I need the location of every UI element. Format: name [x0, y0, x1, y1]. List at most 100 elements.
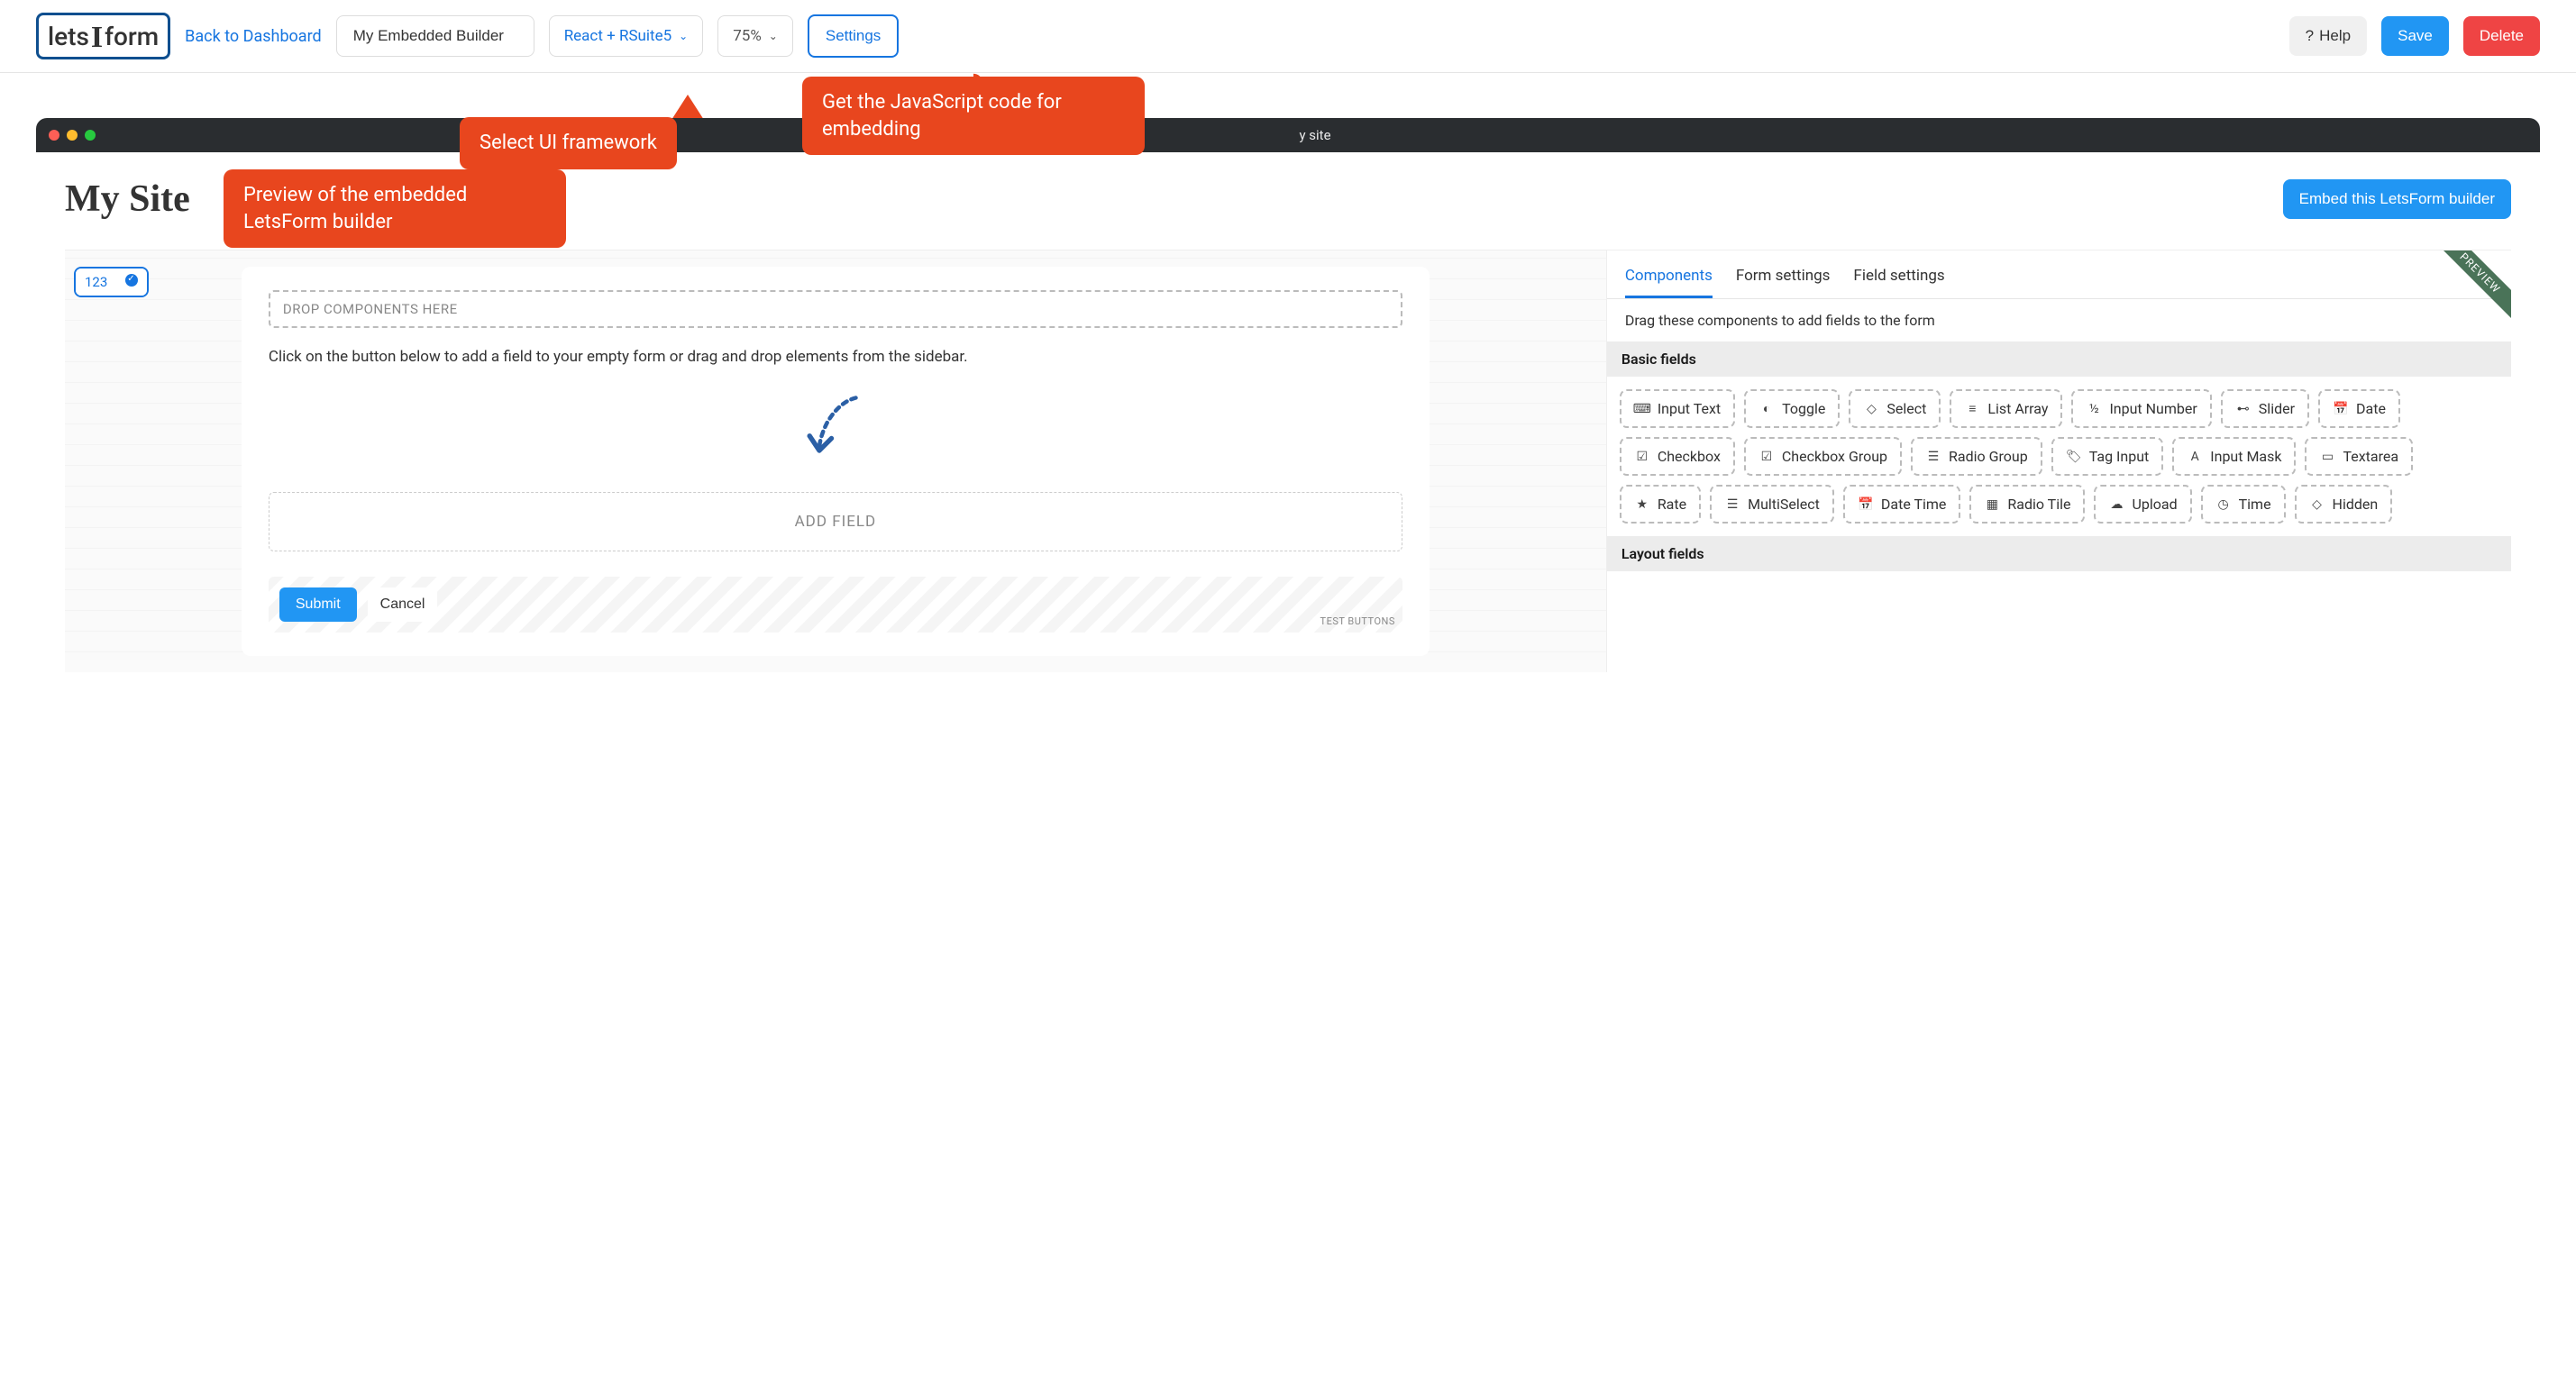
field-chip-label: Tag Input: [2089, 448, 2150, 465]
framework-select[interactable]: React + RSuite5 ⌄: [549, 15, 704, 57]
form-canvas: DROP COMPONENTS HERE Click on the button…: [242, 267, 1430, 656]
canvas-hint: Click on the button below to add a field…: [269, 346, 1402, 369]
field-chip-input-number[interactable]: ½Input Number: [2071, 389, 2211, 428]
field-chip-radio-group[interactable]: ☰ Radio Group: [1911, 437, 2042, 476]
textarea-icon: ▭: [2319, 449, 2335, 465]
section-layout-fields: Layout fields: [1607, 536, 2511, 571]
radio-group-icon: ☰: [1925, 449, 1941, 465]
sidebar-tabs: Components Form settings Field settings: [1607, 250, 2511, 299]
list-array-icon: ≡: [1964, 401, 1980, 417]
field-chip-input-text[interactable]: ⌨Input Text: [1620, 389, 1735, 428]
canvas-tab-check[interactable]: [116, 269, 147, 296]
radio-tile-icon: ▦: [1984, 496, 2000, 513]
time-icon: ◷: [2215, 496, 2232, 513]
check-icon: [125, 274, 138, 287]
field-chip-label: MultiSelect: [1748, 496, 1820, 513]
field-chip-label: Input Number: [2109, 400, 2197, 417]
top-bar: letsIform Back to Dashboard React + RSui…: [0, 0, 2576, 73]
field-chip-label: Checkbox Group: [1782, 448, 1887, 465]
field-chip-radio-tile[interactable]: ▦ Radio Tile: [1969, 485, 2085, 524]
help-label: Help: [2319, 27, 2351, 45]
hidden-icon: ◇: [2309, 496, 2325, 513]
field-chip-checkbox[interactable]: ☑ Checkbox: [1620, 437, 1735, 476]
logo: letsIform: [36, 13, 170, 59]
form-name-input[interactable]: [336, 15, 534, 57]
back-to-dashboard-link[interactable]: Back to Dashboard: [185, 27, 322, 46]
field-chip-label: Upload: [2132, 496, 2177, 513]
delete-button[interactable]: Delete: [2463, 16, 2540, 56]
dropzone[interactable]: DROP COMPONENTS HERE: [269, 290, 1402, 328]
tab-form-settings[interactable]: Form settings: [1736, 267, 1831, 298]
rate-icon: ★: [1634, 496, 1650, 513]
canvas-area: 123 DROP COMPONENTS HERE Click on the bu…: [65, 250, 1606, 672]
field-chip-input-mask[interactable]: A Input Mask: [2172, 437, 2296, 476]
field-chip-label: Toggle: [1782, 400, 1825, 417]
field-chip-rate[interactable]: ★ Rate: [1620, 485, 1701, 524]
arrow-decoration: [269, 386, 1402, 470]
embed-builder-button[interactable]: Embed this LetsForm builder: [2283, 179, 2511, 219]
checkbox-icon: ☑: [1634, 449, 1650, 465]
tag-input-icon: 🏷: [2066, 449, 2082, 465]
sidebar: PREVIEW Components Form settings Field s…: [1606, 250, 2511, 672]
select-icon: ◇: [1863, 401, 1879, 417]
zoom-value: 75%: [733, 27, 762, 45]
field-chip-label: Select: [1886, 400, 1926, 417]
callout-preview: Preview of the embedded LetsForm builder: [224, 169, 566, 248]
field-chip-slider[interactable]: ⊷Slider: [2221, 389, 2309, 428]
upload-icon: ☁: [2108, 496, 2124, 513]
input-text-icon: ⌨: [1634, 401, 1650, 417]
browser-titlebar: y site: [36, 118, 2540, 152]
date-icon: 📅: [2333, 401, 2349, 417]
field-chip-label: Hidden: [2333, 496, 2379, 513]
field-chip-tag-input[interactable]: 🏷 Tag Input: [2051, 437, 2164, 476]
save-button[interactable]: Save: [2381, 16, 2449, 56]
chevron-down-icon: ⌄: [679, 30, 688, 42]
add-field-button[interactable]: ADD FIELD: [269, 492, 1402, 551]
multiselect-icon: ☰: [1724, 496, 1740, 513]
field-chip-label: Date Time: [1881, 496, 1947, 513]
zoom-select[interactable]: 75% ⌄: [717, 15, 793, 57]
field-chip-toggle[interactable]: ◐ Toggle: [1744, 389, 1840, 428]
tab-field-settings[interactable]: Field settings: [1853, 267, 1944, 298]
checkbox-group-icon: ☑: [1758, 449, 1775, 465]
field-chip-label: List Array: [1987, 400, 2048, 417]
callout-embed-code: Get the JavaScript code for embedding: [802, 77, 1145, 155]
field-chip-label: Radio Group: [1949, 448, 2028, 465]
arrow-icon: [795, 386, 876, 467]
cancel-button[interactable]: Cancel: [368, 587, 438, 622]
tab-components[interactable]: Components: [1625, 267, 1713, 298]
field-chip-select[interactable]: ◇ Select: [1849, 389, 1941, 428]
input-mask-icon: A: [2187, 449, 2203, 465]
window-min-icon[interactable]: [67, 130, 78, 141]
toggle-icon: ◐: [1758, 401, 1775, 417]
window-max-icon[interactable]: [85, 130, 96, 141]
field-chip-label: Slider: [2259, 400, 2295, 417]
settings-button[interactable]: Settings: [808, 14, 899, 58]
site-title: My Site: [65, 178, 190, 221]
form-actions: Submit Cancel TEST BUTTONS: [269, 577, 1402, 633]
field-chip-hidden[interactable]: ◇ Hidden: [2295, 485, 2393, 524]
field-chip-date-time[interactable]: 📅Date Time: [1843, 485, 1961, 524]
field-chip-list-array[interactable]: ≡ List Array: [1950, 389, 2062, 428]
field-chip-multiselect[interactable]: ☰ MultiSelect: [1710, 485, 1834, 524]
field-chip-checkbox-group[interactable]: ☑ Checkbox Group: [1744, 437, 1902, 476]
field-chip-label: Textarea: [2343, 448, 2398, 465]
callout-framework: Select UI framework: [460, 117, 677, 169]
builder: 123 DROP COMPONENTS HERE Click on the bu…: [65, 250, 2511, 672]
logo-form: form: [105, 22, 159, 51]
field-chip-date[interactable]: 📅Date: [2318, 389, 2400, 428]
field-chip-label: Rate: [1658, 496, 1686, 513]
field-chip-textarea[interactable]: ▭ Textarea: [2305, 437, 2413, 476]
framework-value: React + RSuite5: [564, 27, 671, 45]
field-chip-label: Checkbox: [1658, 448, 1721, 465]
field-chip-label: Input Mask: [2210, 448, 2281, 465]
submit-button[interactable]: Submit: [279, 587, 357, 622]
section-basic-fields: Basic fields: [1607, 341, 2511, 377]
field-chip-upload[interactable]: ☁ Upload: [2094, 485, 2191, 524]
window-close-icon[interactable]: [49, 130, 59, 141]
canvas-tab-numbers[interactable]: 123: [76, 269, 116, 296]
help-button[interactable]: ? Help: [2289, 16, 2367, 56]
field-chip-label: Radio Tile: [2007, 496, 2070, 513]
field-chip-time[interactable]: ◷Time: [2201, 485, 2286, 524]
chevron-down-icon: ⌄: [769, 30, 778, 42]
